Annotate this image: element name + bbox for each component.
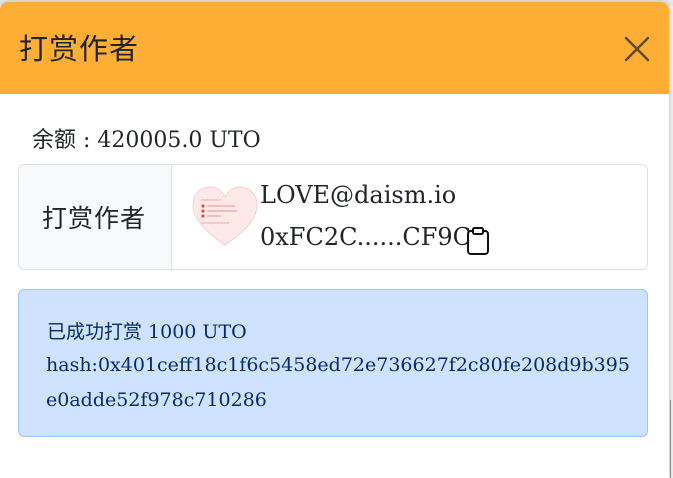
balance-text: 余额 : 420005.0 UTO: [32, 128, 261, 153]
account-address: 0xFC2C......CF9C: [260, 223, 472, 251]
close-icon[interactable]: [622, 34, 652, 64]
heart-avatar-icon: [191, 185, 259, 249]
success-message: 已成功打赏 1000 UTO: [47, 321, 247, 343]
recipient-label: 打赏作者: [42, 204, 147, 233]
account-name: LOVE@daism.io: [260, 181, 457, 209]
clipboard-copy-icon[interactable]: [465, 227, 491, 255]
transaction-hash: hash:0x401ceff18c1f6c5458ed72e736627f2c8…: [46, 354, 630, 411]
success-alert: 已成功打赏 1000 UTO hash:0x401ceff18c1f6c5458…: [18, 289, 648, 437]
background-divider: [670, 400, 671, 478]
modal-title: 打赏作者: [19, 32, 140, 66]
modal-header: 打赏作者: [0, 2, 669, 94]
recipient-label-cell: 打赏作者: [19, 165, 172, 269]
tip-author-modal: 打赏作者 余额 : 420005.0 UTO 打赏作者 LOVE@daism.i…: [0, 2, 669, 478]
recipient-card: 打赏作者 LOVE@daism.io 0xFC2C......CF9C: [18, 164, 648, 270]
